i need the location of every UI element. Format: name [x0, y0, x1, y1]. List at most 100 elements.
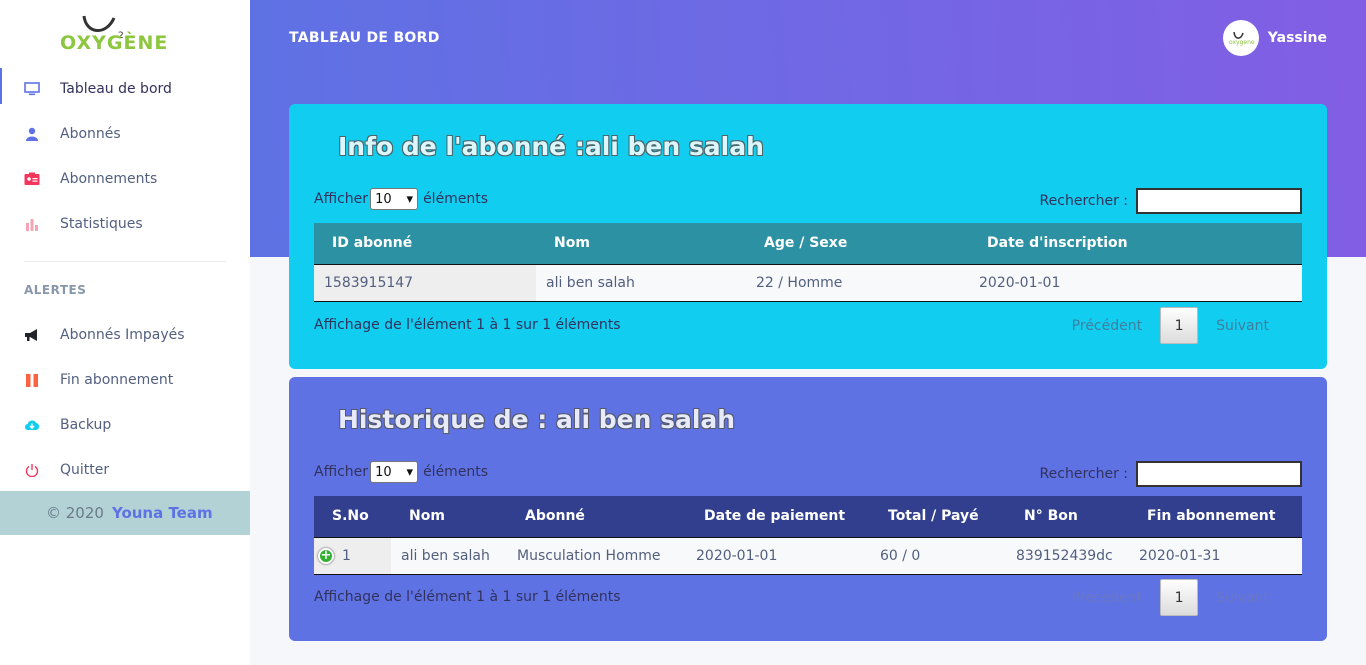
table-cell: +1 — [314, 537, 391, 575]
subscriber-info-card: Info de l'abonné :ali ben salah Afficher… — [289, 104, 1327, 369]
column-header[interactable]: Date d'inscription — [969, 223, 1302, 265]
previous-button[interactable]: Précédent — [1054, 590, 1160, 606]
expand-row-icon[interactable]: + — [318, 547, 334, 564]
nav-divider — [24, 261, 226, 262]
column-header[interactable]: Age / Sexe — [746, 223, 969, 265]
chevron-down-icon: ▾ — [406, 464, 414, 480]
sidebar-item-label: Abonnés — [60, 125, 121, 142]
sidebar-item-label: Backup — [60, 416, 112, 433]
column-header[interactable]: Nom — [536, 223, 746, 265]
page-length-select[interactable]: 10 ▾ — [370, 461, 419, 483]
search-label: Rechercher : — [1039, 466, 1128, 482]
sidebar-item-label: Abonnements — [60, 170, 158, 187]
page-length-select[interactable]: 10 ▾ — [370, 188, 419, 210]
column-header[interactable]: Total / Payé — [870, 496, 1006, 538]
table-row[interactable]: 1583915147 ali ben salah 22 / Homme 2020… — [314, 264, 1302, 302]
previous-button[interactable]: Précédent — [1054, 318, 1160, 334]
table-header-row: ID abonné Nom Age / Sexe Date d'inscript… — [314, 223, 1302, 265]
alerts-heading: ALERTES — [24, 283, 87, 297]
table-cell: Musculation Homme — [507, 537, 686, 575]
username: Yassine — [1267, 30, 1327, 46]
search-input[interactable] — [1136, 461, 1302, 487]
sidebar-item-abonnements[interactable]: Abonnements — [0, 156, 250, 201]
sidebar-item-label: Tableau de bord — [60, 80, 172, 97]
app-logo[interactable]: 2 OXYGÈNE — [58, 12, 198, 62]
copyright: © 2020 — [46, 504, 104, 522]
sidebar-item-abonnes[interactable]: Abonnés — [0, 111, 250, 156]
search-input[interactable] — [1136, 188, 1302, 214]
column-header[interactable]: Fin abonnement — [1129, 496, 1302, 538]
table-header-row: S.No Nom Abonné Date de paiement Total /… — [314, 496, 1302, 538]
show-suffix: éléments — [423, 191, 489, 207]
user-menu[interactable]: oxygene Yassine — [1222, 20, 1327, 56]
sidebar-item-fin-abonnement[interactable]: Fin abonnement — [0, 357, 250, 402]
column-header[interactable]: S.No — [314, 496, 391, 538]
bar-chart-icon — [24, 216, 40, 232]
table-cell: ali ben salah — [391, 537, 507, 575]
next-button[interactable]: Suivant — [1198, 318, 1287, 334]
history-table: S.No Nom Abonné Date de paiement Total /… — [314, 496, 1302, 575]
page-button[interactable]: 1 — [1160, 307, 1199, 344]
table-cell: 1583915147 — [314, 264, 536, 302]
pagination: Précédent 1 Suivant — [1054, 307, 1287, 344]
page-button[interactable]: 1 — [1160, 579, 1199, 616]
column-header[interactable]: Nom — [391, 496, 507, 538]
column-header[interactable]: ID abonné — [314, 223, 536, 265]
column-header[interactable]: Date de paiement — [686, 496, 870, 538]
chevron-down-icon: ▾ — [406, 191, 414, 207]
page-length-control: Afficher 10 ▾ éléments — [314, 461, 488, 483]
sidebar-item-label: Fin abonnement — [60, 371, 174, 388]
table-cell: ali ben salah — [536, 264, 746, 302]
megaphone-icon — [24, 327, 40, 343]
history-card: Historique de : ali ben salah Afficher 1… — [289, 377, 1327, 641]
subscriber-table: ID abonné Nom Age / Sexe Date d'inscript… — [314, 223, 1302, 302]
page-length-control: Afficher 10 ▾ éléments — [314, 188, 488, 210]
cloud-download-icon — [24, 417, 40, 433]
table-cell: 2020-01-01 — [686, 537, 870, 575]
sidebar-item-abonnes-impayes[interactable]: Abonnés Impayés — [0, 312, 250, 357]
show-suffix: éléments — [423, 464, 489, 480]
column-header[interactable]: N° Bon — [1006, 496, 1129, 538]
sidebar: 2 OXYGÈNE Tableau de bord Abonnés Abonne… — [0, 0, 250, 665]
show-prefix: Afficher — [314, 464, 369, 480]
team-link[interactable]: Youna Team — [112, 504, 213, 522]
show-prefix: Afficher — [314, 191, 369, 207]
search-control: Rechercher : — [1040, 461, 1302, 487]
id-card-icon — [24, 171, 40, 187]
table-row[interactable]: +1 ali ben salah Musculation Homme 2020-… — [314, 537, 1302, 575]
card-title: Info de l'abonné :ali ben salah — [338, 132, 764, 161]
table-info: Affichage de l'élément 1 à 1 sur 1 éléme… — [314, 317, 621, 333]
pagination: Précédent 1 Suivant — [1054, 579, 1287, 616]
monitor-icon — [24, 81, 40, 97]
sidebar-nav: Tableau de bord Abonnés Abonnements Stat… — [0, 66, 250, 246]
svg-text:oxygene: oxygene — [1229, 39, 1255, 46]
next-button[interactable]: Suivant — [1198, 590, 1287, 606]
table-cell: 22 / Homme — [746, 264, 969, 302]
card-title: Historique de : ali ben salah — [338, 405, 736, 434]
logo-text: OXYGÈNE — [60, 32, 169, 54]
page-length-value: 10 — [375, 464, 392, 480]
page-title: TABLEAU DE BORD — [289, 30, 440, 46]
sidebar-item-quitter[interactable]: Quitter — [0, 447, 250, 492]
table-cell: 2020-01-01 — [969, 264, 1302, 302]
sidebar-item-label: Abonnés Impayés — [60, 326, 185, 343]
table-cell: 839152439dc — [1006, 537, 1129, 575]
search-control: Rechercher : — [1040, 188, 1302, 214]
sidebar-item-label: Quitter — [60, 461, 110, 478]
table-info: Affichage de l'élément 1 à 1 sur 1 éléme… — [314, 589, 621, 605]
sidebar-item-label: Statistiques — [60, 215, 143, 232]
search-label: Rechercher : — [1039, 193, 1128, 209]
sidebar-item-tableau-de-bord[interactable]: Tableau de bord — [0, 66, 250, 111]
pause-icon — [24, 372, 40, 388]
sidebar-item-statistiques[interactable]: Statistiques — [0, 201, 250, 246]
avatar: oxygene — [1222, 20, 1259, 56]
sidebar-item-backup[interactable]: Backup — [0, 402, 250, 447]
alerts-nav: Abonnés Impayés Fin abonnement Backup Qu… — [0, 312, 250, 492]
table-cell: 60 / 0 — [870, 537, 1006, 575]
power-icon — [24, 462, 40, 478]
sidebar-footer: © 2020 Youna Team — [0, 491, 250, 535]
user-icon — [24, 126, 40, 142]
table-cell: 2020-01-31 — [1129, 537, 1302, 575]
page-length-value: 10 — [375, 191, 392, 207]
column-header[interactable]: Abonné — [507, 496, 686, 538]
